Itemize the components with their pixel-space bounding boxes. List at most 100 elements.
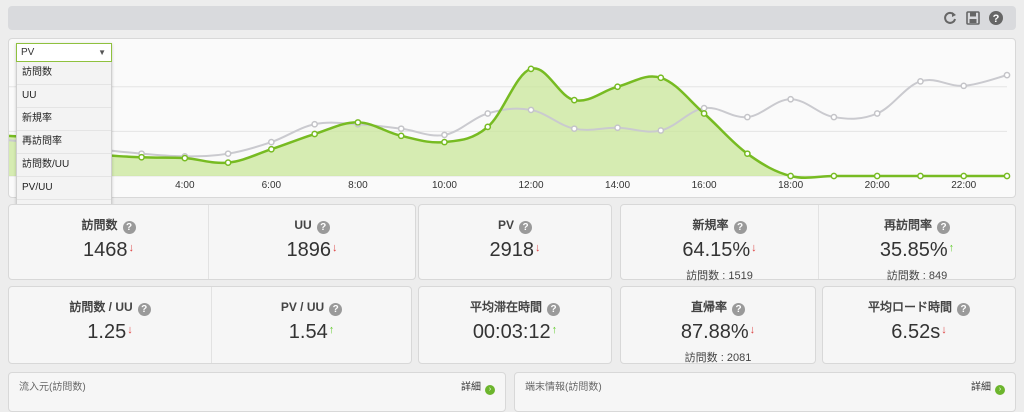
stat-revisit-rate: 再訪問率? 35.85%↑ 訪問数 : 849 [819,205,1015,282]
stat-sub: 訪問数 : 849 [886,270,948,282]
arrow-down-icon: ↓ [751,242,757,254]
panel-title: 端末情報(訪問数) [525,382,602,393]
green-data-point[interactable] [744,150,751,158]
gray-data-point[interactable] [311,120,318,128]
stat-label: 平均滞在時間 [469,300,542,314]
x-tick-label: 6:00 [262,180,282,191]
gray-data-point[interactable] [960,82,968,90]
stat-avg-load: 平均ロード時間? 6.52s↓ [823,287,1015,365]
green-data-point[interactable] [268,145,275,153]
arrow-up-icon: ↑ [551,324,558,336]
x-tick-label: 18:00 [778,180,803,191]
stats-group-pv: PV? 2918↓ [418,204,612,280]
stats-group-bounce: 直帰率? 87.88%↓ 訪問数 : 2081 [620,286,816,364]
arrow-down-icon: ↓ [128,242,135,254]
gray-data-point[interactable] [441,131,448,139]
gray-data-point[interactable] [744,113,751,121]
green-data-point[interactable] [960,172,968,180]
arrow-right-circle-icon: › [485,385,495,395]
green-data-point[interactable] [527,65,535,73]
green-data-point[interactable] [830,172,838,180]
green-data-point[interactable] [917,172,924,180]
stat-pv-per-uu: PV / UU? 1.54↑ [212,287,411,365]
gray-data-point[interactable] [700,104,708,112]
help-icon[interactable]: ? [316,221,330,234]
gray-data-point[interactable] [268,138,275,146]
help-icon[interactable]: ? [122,221,136,234]
stat-label: UU [294,218,312,232]
help-icon[interactable]: ? [732,303,745,316]
svg-text:?: ? [993,13,1000,25]
refresh-icon[interactable] [942,10,958,26]
gray-data-point[interactable] [830,113,838,121]
x-tick-label: 14:00 [605,180,630,191]
arrow-up-icon: ↑ [948,242,955,254]
help-icon[interactable]: ? [547,303,560,316]
help-icon[interactable]: ? [329,303,343,316]
gray-data-point[interactable] [657,127,665,134]
stat-bounce-rate: 直帰率? 87.88%↓ 訪問数 : 2081 [621,287,815,365]
help-icon[interactable]: ? [937,221,950,234]
green-data-point[interactable] [397,132,405,140]
gray-data-point[interactable] [484,110,492,117]
panel-title: 流入元(訪問数) [19,382,86,393]
arrow-down-icon: ↓ [749,324,756,336]
help-icon[interactable]: ? [137,303,151,316]
stat-uu: UU? 1896↓ [209,205,415,281]
green-data-point[interactable] [138,153,145,161]
metric-select[interactable]: PV ▼ [16,43,112,62]
green-data-point[interactable] [614,83,621,91]
x-tick-label: 10:00 [432,180,457,191]
stat-label: 新規率 [692,218,729,232]
green-data-point[interactable] [224,159,232,166]
dropdown-option[interactable]: 新規率 [17,107,111,130]
gray-data-point[interactable] [397,125,405,133]
detail-link[interactable]: 詳細 › [971,378,1005,395]
stat-value: 1.25 [87,321,127,343]
help-icon[interactable]: ? [519,221,532,234]
green-data-point[interactable] [1003,172,1011,180]
dropdown-option[interactable]: UU [17,84,111,107]
green-data-point[interactable] [484,123,492,131]
help-icon[interactable]: ? [733,221,747,234]
green-data-point[interactable] [311,130,318,138]
stat-avg-stay: 平均滞在時間? 00:03:12↑ [419,287,611,365]
help-icon[interactable]: ? [957,303,970,316]
gray-data-point[interactable] [873,110,881,117]
pv-area-fill [9,68,1007,178]
green-data-point[interactable] [570,96,578,104]
green-data-point[interactable] [657,74,665,82]
stat-visits-per-uu: 訪問数 / UU? 1.25↓ [9,287,211,365]
stat-label: 平均ロード時間 [867,300,952,314]
gray-data-point[interactable] [614,124,621,132]
green-data-point[interactable] [181,154,189,162]
dropdown-option[interactable]: 訪問数 [17,61,111,84]
dropdown-option[interactable]: PV/UU [17,176,111,199]
green-data-point[interactable] [787,172,794,180]
green-data-point[interactable] [354,119,362,126]
green-data-point[interactable] [700,110,708,117]
stat-label: 訪問数 / UU [69,300,133,314]
stat-sub: 訪問数 : 1519 [686,270,753,282]
dropdown-option[interactable]: 訪問数/UU [17,153,111,176]
stat-label: 再訪問率 [883,218,932,232]
dropdown-option[interactable]: 再訪問率 [17,130,111,153]
detail-link[interactable]: 詳細 › [461,378,495,395]
gray-data-point[interactable] [1003,71,1011,79]
stat-new-rate: 新規率? 64.15%↓ 訪問数 : 1519 [621,205,818,282]
help-icon[interactable]: ? [988,10,1004,26]
stat-value: 1468 [83,239,128,261]
save-icon[interactable] [965,10,981,26]
green-data-point[interactable] [441,138,448,146]
gray-data-point[interactable] [224,150,232,158]
detail-label: 詳細 [461,382,481,393]
gray-data-point[interactable] [787,95,794,103]
gray-data-point[interactable] [527,106,535,114]
gray-data-point[interactable] [570,125,578,133]
x-tick-label: 12:00 [518,180,543,191]
stat-pv: PV? 2918↓ [419,205,611,281]
stats-group-load: 平均ロード時間? 6.52s↓ [822,286,1016,364]
stat-value: 87.88% [680,321,749,343]
green-data-point[interactable] [873,172,881,180]
gray-data-point[interactable] [917,78,924,85]
